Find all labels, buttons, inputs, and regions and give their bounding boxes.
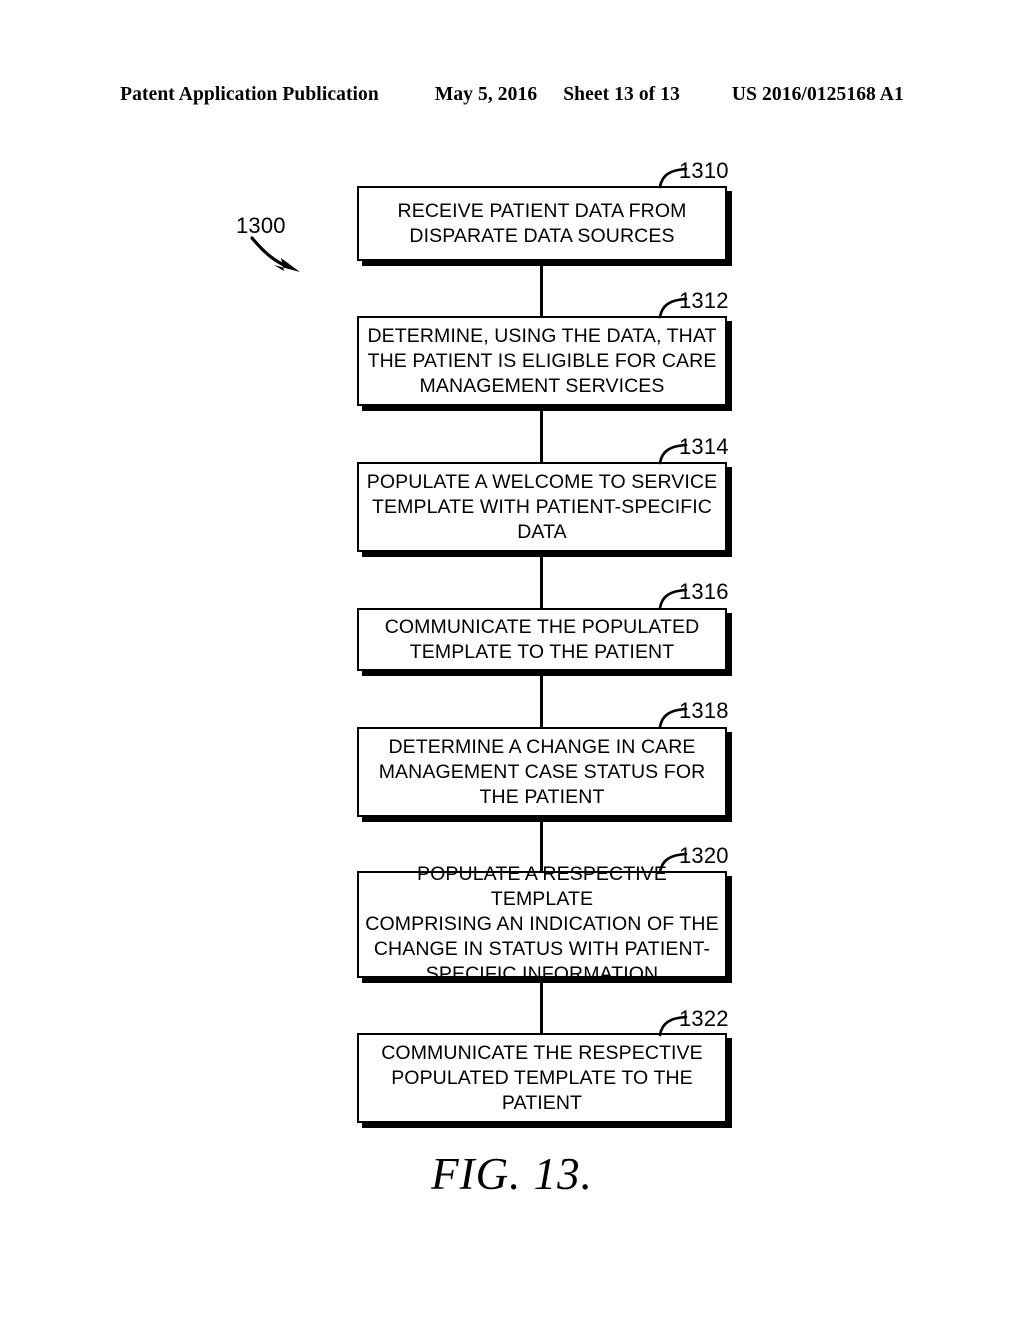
- connector-1316-1318: [540, 668, 543, 729]
- flow-step-1310-text: RECEIVE PATIENT DATA FROM DISPARATE DATA…: [397, 199, 687, 247]
- flowchart-1300: 1300 1310 RECEIVE PATIENT DATA FROM DISP…: [0, 0, 1024, 1320]
- flow-step-1310[interactable]: RECEIVE PATIENT DATA FROM DISPARATE DATA…: [357, 186, 727, 261]
- flow-step-1320-text: POPULATE A RESPECTIVE TEMPLATE COMPRISIN…: [365, 863, 719, 985]
- flow-step-1322[interactable]: COMMUNICATE THE RESPECTIVE POPULATED TEM…: [357, 1033, 727, 1123]
- flow-step-1316[interactable]: COMMUNICATE THE POPULATED TEMPLATE TO TH…: [357, 608, 727, 671]
- flow-step-1312[interactable]: DETERMINE, USING THE DATA, THAT THE PATI…: [357, 316, 727, 406]
- leader-line-1318-icon: [658, 707, 688, 729]
- leader-line-1316-icon: [658, 588, 688, 610]
- leader-line-1322-icon: [658, 1015, 688, 1037]
- flow-step-1312-text: DETERMINE, USING THE DATA, THAT THE PATI…: [367, 324, 717, 397]
- flow-step-1318[interactable]: DETERMINE A CHANGE IN CARE MANAGEMENT CA…: [357, 727, 727, 817]
- figure-caption: FIG. 13.: [431, 1149, 593, 1199]
- flow-step-1314-text: POPULATE A WELCOME TO SERVICE TEMPLATE W…: [366, 470, 718, 543]
- leader-line-1310-icon: [658, 167, 688, 189]
- flow-step-1314[interactable]: POPULATE A WELCOME TO SERVICE TEMPLATE W…: [357, 462, 727, 552]
- leader-line-1312-icon: [658, 297, 688, 319]
- connector-1314-1316: [540, 549, 543, 610]
- flow-step-1320[interactable]: POPULATE A RESPECTIVE TEMPLATE COMPRISIN…: [357, 863, 727, 985]
- leader-line-1320-icon: [658, 852, 688, 874]
- connector-1312-1314: [540, 404, 543, 464]
- flow-step-1318-text: DETERMINE A CHANGE IN CARE MANAGEMENT CA…: [378, 735, 706, 808]
- leader-line-1314-icon: [658, 443, 688, 465]
- flow-step-1322-text: COMMUNICATE THE RESPECTIVE POPULATED TEM…: [381, 1041, 703, 1114]
- diagram-ref-arrow-icon: [250, 236, 300, 272]
- flow-step-1316-text: COMMUNICATE THE POPULATED TEMPLATE TO TH…: [384, 615, 700, 663]
